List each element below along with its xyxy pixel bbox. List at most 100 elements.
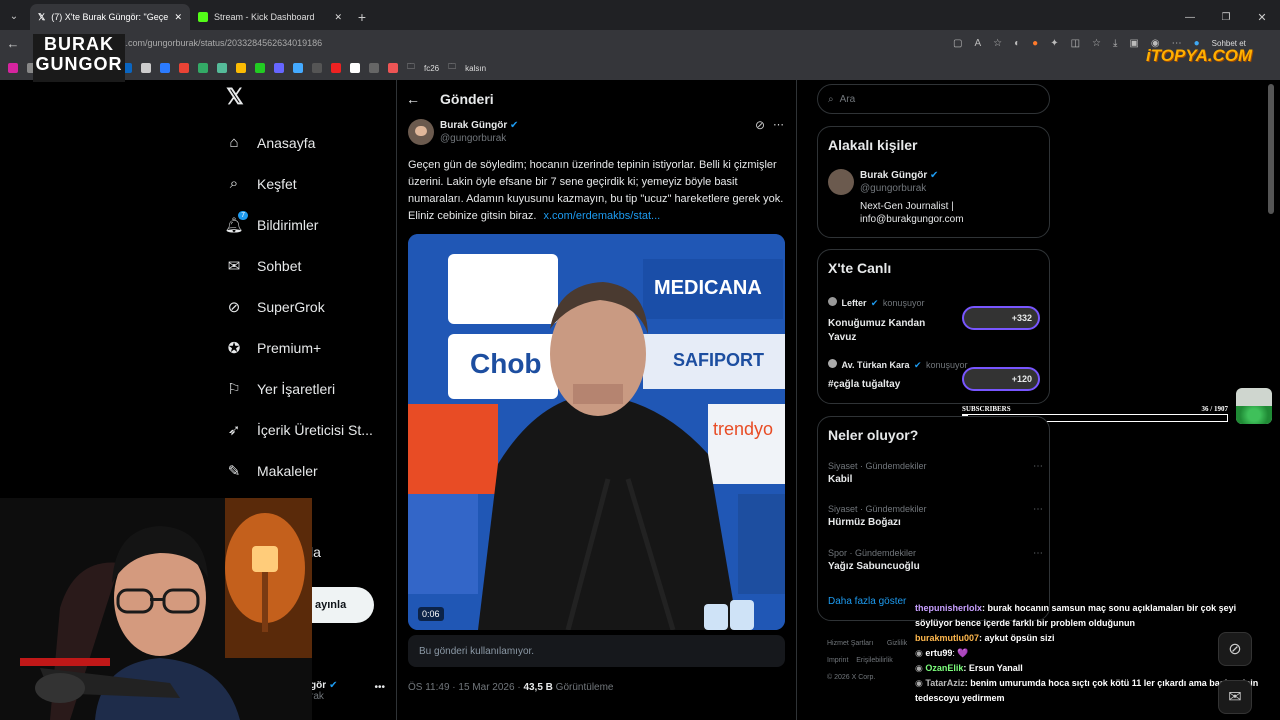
bookmark-icon[interactable]: [312, 63, 322, 73]
card-title: Alakalı kişiler: [828, 137, 918, 153]
grok-icon[interactable]: ⊘: [755, 118, 765, 132]
more-dots-icon[interactable]: •••: [374, 682, 385, 693]
trend-more-icon[interactable]: ⋯: [1033, 548, 1043, 559]
trend-item[interactable]: Siyaset · Gündemdekiler Hürmüz Boğazı ⋯: [828, 504, 1043, 528]
close-tab-icon[interactable]: ✕: [334, 12, 342, 23]
post-link[interactable]: x.com/erdemakbs/stat...: [543, 210, 660, 222]
text-size-icon[interactable]: A: [974, 38, 981, 49]
related-name[interactable]: Burak Güngör: [860, 170, 927, 181]
page-title: Gönderi: [440, 91, 494, 107]
author-name[interactable]: Burak Güngör: [440, 120, 507, 131]
gmail-icon[interactable]: [179, 63, 189, 73]
bookmark-folder-kalsin[interactable]: kalsın: [465, 64, 486, 73]
bookmark-folder-fc26[interactable]: fc26: [424, 64, 439, 73]
footer-link[interactable]: Imprint: [827, 657, 848, 664]
browser-tab-bar: ⌄ 𝕏 (7) X'te Burak Güngör: "Geçen gün ✕ …: [0, 0, 1280, 30]
live-card: X'te Canlı Lefter ✔ konuşuyor Konuğumuz …: [817, 249, 1050, 404]
nav-notifications[interactable]: 🔔︎ 7 Bildirimler: [224, 204, 395, 245]
messages-float-button[interactable]: ✉: [1218, 680, 1252, 714]
tab-kick-dashboard[interactable]: Stream - Kick Dashboard ✕: [190, 4, 350, 30]
minimize-icon[interactable]: —: [1172, 4, 1208, 30]
bookmark-icon[interactable]: [369, 63, 379, 73]
post-more-icon[interactable]: ⋯: [773, 118, 784, 131]
puzzle-icon[interactable]: ✦: [1050, 38, 1058, 49]
tab-title: (7) X'te Burak Güngör: "Geçen gün: [51, 12, 169, 22]
nav-explore-label: Keşfet: [257, 175, 297, 192]
maximize-icon[interactable]: ❐: [1208, 4, 1244, 30]
trend-item[interactable]: Spor · Gündemdekiler Yağız Sabuncuoğlu ⋯: [828, 548, 1043, 572]
tab-x-post[interactable]: 𝕏 (7) X'te Burak Güngör: "Geçen gün ✕: [30, 4, 190, 30]
bookmark-icon[interactable]: [331, 63, 341, 73]
extension-orange-icon[interactable]: ●: [1032, 38, 1038, 49]
trend-name: Yağız Sabuncuoğlu: [828, 561, 920, 572]
author-avatar[interactable]: [408, 119, 434, 145]
back-icon[interactable]: ←: [0, 36, 26, 51]
url-field[interactable]: x.com/gungorburak/status/203328456263401…: [121, 33, 941, 53]
screenshot-icon[interactable]: ▣: [1129, 38, 1138, 49]
back-arrow-icon[interactable]: ←: [406, 91, 420, 107]
video-player[interactable]: MEDICANA Chob SAFIPORT trendyo 0:06: [408, 234, 785, 630]
tab-list-button[interactable]: ⌄: [2, 4, 26, 28]
nav-premium-label: Premium+: [257, 339, 322, 356]
post-timestamp[interactable]: ÖS 11:49 · 15 Mar 2026 ·: [408, 682, 523, 693]
live-item[interactable]: Lefter ✔ konuşuyor Konuğumuz Kandan Yavu…: [828, 293, 1043, 345]
split-icon[interactable]: ◫: [1071, 38, 1080, 49]
chat-badge-icon: ◉: [915, 648, 926, 658]
live-item[interactable]: Av. Türkan Kara ✔ konuşuyor #çağla tuğal…: [828, 355, 1043, 391]
nav-messages[interactable]: ✉ Sohbet: [225, 245, 395, 286]
nav-grok[interactable]: ⊘ SuperGrok: [225, 286, 395, 327]
close-tab-icon[interactable]: ✕: [174, 12, 182, 23]
related-avatar[interactable]: [828, 169, 854, 195]
bookmark-icon[interactable]: [350, 63, 360, 73]
bookmark-icon[interactable]: [293, 63, 303, 73]
drive-icon[interactable]: [236, 63, 246, 73]
show-more-link[interactable]: Daha fazla göster: [828, 596, 906, 607]
nav-articles[interactable]: ✎ Makaleler: [225, 450, 395, 491]
backdrop-text: MEDICANA: [654, 277, 762, 299]
grok-float-button[interactable]: ⊘: [1218, 632, 1252, 666]
chat-username[interactable]: TatarAziz: [925, 678, 964, 688]
bookmark-icon[interactable]: [274, 63, 284, 73]
read-aloud-icon[interactable]: ▢: [953, 38, 962, 49]
nav-home[interactable]: ⌂ Anasayfa: [225, 122, 395, 163]
bookmark-icon[interactable]: [160, 63, 170, 73]
new-tab-button[interactable]: +: [350, 4, 374, 30]
page-scrollbar[interactable]: [1268, 84, 1274, 214]
envelope-icon: ✉: [1228, 689, 1242, 706]
host-avatar: [828, 297, 837, 306]
bookmark-icon[interactable]: [255, 63, 265, 73]
chat-username[interactable]: thepunisherlolx: [915, 603, 982, 613]
download-icon[interactable]: ⤓: [1113, 38, 1117, 49]
account-switcher[interactable]: gör ✔ rak •••: [310, 680, 385, 702]
author-handle[interactable]: @gungorburak: [440, 133, 518, 144]
close-window-icon[interactable]: ✕: [1244, 4, 1280, 30]
nav-creator-studio[interactable]: ➶ İçerik Üreticisi St...: [225, 409, 395, 450]
footer-link[interactable]: Gizlilik: [887, 640, 907, 647]
trend-more-icon[interactable]: ⋯: [1033, 461, 1043, 472]
chat-badge-icon: ◉: [915, 678, 926, 688]
chat-username[interactable]: ertu99: [925, 648, 952, 658]
bookmark-icon[interactable]: [141, 63, 151, 73]
favorites-icon[interactable]: ☆: [1092, 38, 1101, 49]
folder-icon: 🗀: [448, 62, 457, 71]
tab-title: Stream - Kick Dashboard: [214, 12, 315, 22]
favorite-star-icon[interactable]: ☆: [993, 38, 1002, 49]
bookmark-icon[interactable]: [198, 63, 208, 73]
instagram-icon[interactable]: [8, 63, 18, 73]
search-input[interactable]: ⌕ Ara: [817, 84, 1050, 114]
footer-link[interactable]: Hizmet Şartları: [827, 640, 873, 647]
footer-link[interactable]: Erişilebilirlik: [856, 657, 893, 664]
extension-icon[interactable]: ◐: [1014, 38, 1020, 49]
live-status: konuşuyor: [925, 360, 968, 370]
nav-bookmarks[interactable]: ⚐ Yer İşaretleri: [225, 368, 395, 409]
bookmark-icon[interactable]: [217, 63, 227, 73]
chat-username[interactable]: OzanElik: [925, 663, 963, 673]
x-logo-icon[interactable]: 𝕏: [226, 84, 395, 120]
trend-item[interactable]: Siyaset · Gündemdekiler Kabil ⋯: [828, 461, 1043, 485]
nav-explore[interactable]: ⌕ Keşfet: [225, 163, 395, 204]
trend-more-icon[interactable]: ⋯: [1033, 504, 1043, 515]
chat-username[interactable]: burakmutlu007: [915, 633, 979, 643]
nav-premium[interactable]: ✪ Premium+: [225, 327, 395, 368]
bookmark-icon[interactable]: [388, 63, 398, 73]
verified-icon: ✔: [913, 360, 922, 370]
